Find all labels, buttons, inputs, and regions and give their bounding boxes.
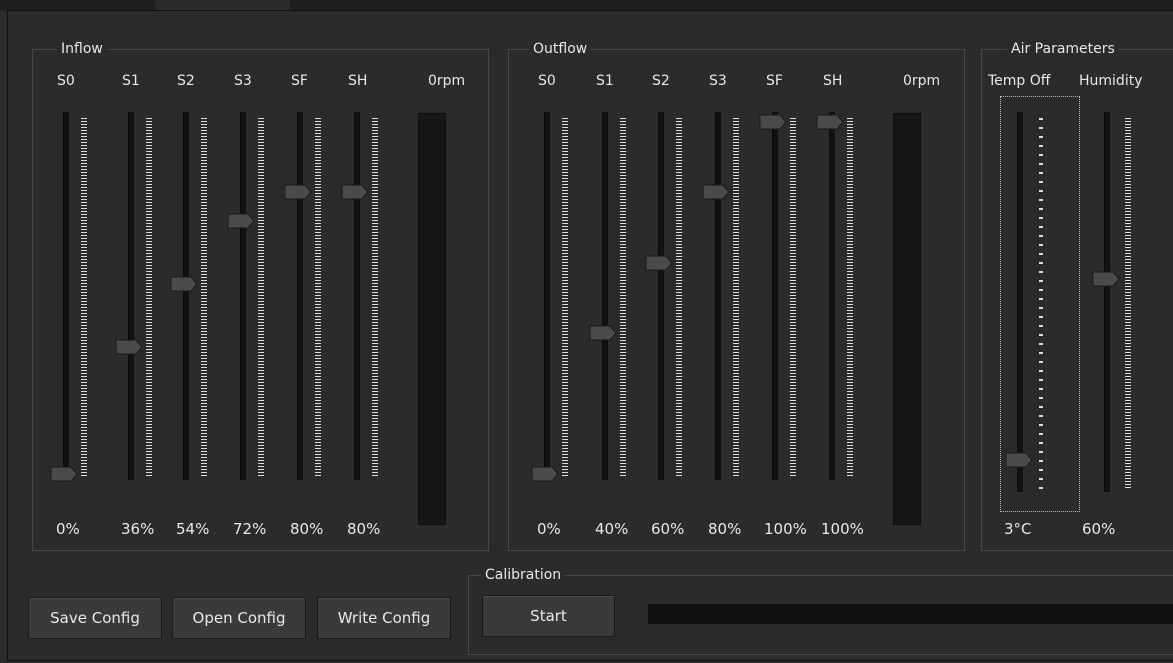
inflow-s1-label: S1 xyxy=(122,73,140,89)
outflow-sh-label: SH xyxy=(823,73,843,89)
outflow-sf-slider-ticks xyxy=(790,118,796,478)
outflow-sh-value: 100% xyxy=(821,520,864,538)
open-config-button[interactable]: Open Config xyxy=(172,597,306,639)
outflow-sf-slider-track[interactable] xyxy=(772,112,778,480)
inflow-s2-value: 54% xyxy=(176,520,210,538)
outflow-s3-slider-ticks xyxy=(733,118,739,478)
inflow-s3-slider-handle[interactable] xyxy=(227,213,255,229)
save-config-button[interactable]: Save Config xyxy=(28,597,162,639)
inflow-sf-slider-handle[interactable] xyxy=(284,184,312,200)
humidity-slider-ticks xyxy=(1125,118,1131,490)
outflow-sh-slider-ticks xyxy=(847,118,853,478)
outflow-s2-label: S2 xyxy=(652,73,670,89)
outflow-sf-value: 100% xyxy=(764,520,807,538)
inflow-sh-slider-track[interactable] xyxy=(354,112,360,480)
outflow-s3-slider-handle[interactable] xyxy=(702,184,730,200)
outflow-s0-value: 0% xyxy=(537,520,561,538)
inflow-s0-value: 0% xyxy=(56,520,80,538)
humidity-slider-handle[interactable] xyxy=(1092,271,1120,287)
outflow-group-title: Outflow xyxy=(529,40,592,58)
humidity-value: 60% xyxy=(1082,520,1116,538)
outflow-s0-slider-track[interactable] xyxy=(544,112,550,480)
app-window: Inflow Outflow Air Parameters Calibratio… xyxy=(0,0,1173,663)
inflow-s3-slider-track[interactable] xyxy=(240,112,246,480)
temp-offset-slider-ticks xyxy=(1039,118,1043,490)
humidity-slider-track[interactable] xyxy=(1104,112,1110,492)
calibration-progress-bar xyxy=(648,604,1173,624)
inflow-sh-slider-handle[interactable] xyxy=(341,184,369,200)
outflow-s3-label: S3 xyxy=(709,73,727,89)
inflow-s1-slider-ticks xyxy=(146,118,152,478)
inflow-sh-label: SH xyxy=(348,73,368,89)
outflow-rpm-label: 0rpm xyxy=(903,73,941,89)
inflow-sf-slider-ticks xyxy=(315,118,321,478)
inflow-s0-slider-ticks xyxy=(81,118,87,478)
inflow-rpm-gauge xyxy=(418,113,446,525)
temp-offset-slider-handle[interactable] xyxy=(1005,452,1033,468)
outflow-s3-slider-track[interactable] xyxy=(715,112,721,480)
inflow-s2-slider-track[interactable] xyxy=(183,112,189,480)
inflow-sh-value: 80% xyxy=(347,520,381,538)
inflow-s3-label: S3 xyxy=(234,73,252,89)
outflow-s0-slider-ticks xyxy=(562,118,568,478)
outflow-s1-label: S1 xyxy=(596,73,614,89)
inflow-s2-slider-ticks xyxy=(201,118,207,478)
inflow-s2-slider-handle[interactable] xyxy=(170,276,198,292)
outflow-s0-label: S0 xyxy=(538,73,556,89)
inflow-s3-value: 72% xyxy=(233,520,267,538)
inflow-s1-value: 36% xyxy=(121,520,155,538)
outflow-s2-slider-track[interactable] xyxy=(658,112,664,480)
outflow-s0-slider-handle[interactable] xyxy=(531,466,559,482)
outflow-s2-value: 60% xyxy=(651,520,685,538)
outflow-s1-slider-track[interactable] xyxy=(602,112,608,480)
inflow-s1-slider-handle[interactable] xyxy=(115,339,143,355)
inflow-s3-slider-ticks xyxy=(258,118,264,478)
outflow-s2-slider-handle[interactable] xyxy=(645,255,673,271)
inflow-group-title: Inflow xyxy=(57,40,107,58)
inflow-s0-slider-track[interactable] xyxy=(63,112,69,480)
inflow-sf-value: 80% xyxy=(290,520,324,538)
inflow-s0-label: S0 xyxy=(57,73,75,89)
outflow-s2-slider-ticks xyxy=(676,118,682,478)
inflow-s0-slider-handle[interactable] xyxy=(50,466,78,482)
temp-offset-slider-track[interactable] xyxy=(1017,112,1023,492)
inflow-rpm-label: 0rpm xyxy=(428,73,466,89)
calibration-title: Calibration xyxy=(481,566,566,584)
inflow-s1-slider-track[interactable] xyxy=(128,112,134,480)
outflow-sh-slider-track[interactable] xyxy=(829,112,835,480)
outflow-s1-slider-ticks xyxy=(620,118,626,478)
write-config-button[interactable]: Write Config xyxy=(317,597,451,639)
temp-offset-value: 3°C xyxy=(1004,520,1032,538)
temp-offset-label: Temp Off xyxy=(988,73,1051,89)
window-tab-highlight xyxy=(155,0,290,10)
outflow-sh-slider-handle[interactable] xyxy=(816,114,844,130)
outflow-s3-value: 80% xyxy=(708,520,742,538)
calibration-start-button[interactable]: Start xyxy=(482,595,615,637)
inflow-s2-label: S2 xyxy=(177,73,195,89)
outflow-sf-label: SF xyxy=(766,73,783,89)
inflow-sh-slider-ticks xyxy=(372,118,378,478)
outflow-sf-slider-handle[interactable] xyxy=(759,114,787,130)
inflow-sf-slider-track[interactable] xyxy=(297,112,303,480)
air-parameters-title: Air Parameters xyxy=(1007,40,1119,58)
outflow-s1-slider-handle[interactable] xyxy=(589,325,617,341)
outflow-rpm-gauge xyxy=(893,113,921,525)
humidity-label: Humidity xyxy=(1079,73,1143,89)
outflow-s1-value: 40% xyxy=(595,520,629,538)
inflow-sf-label: SF xyxy=(291,73,308,89)
